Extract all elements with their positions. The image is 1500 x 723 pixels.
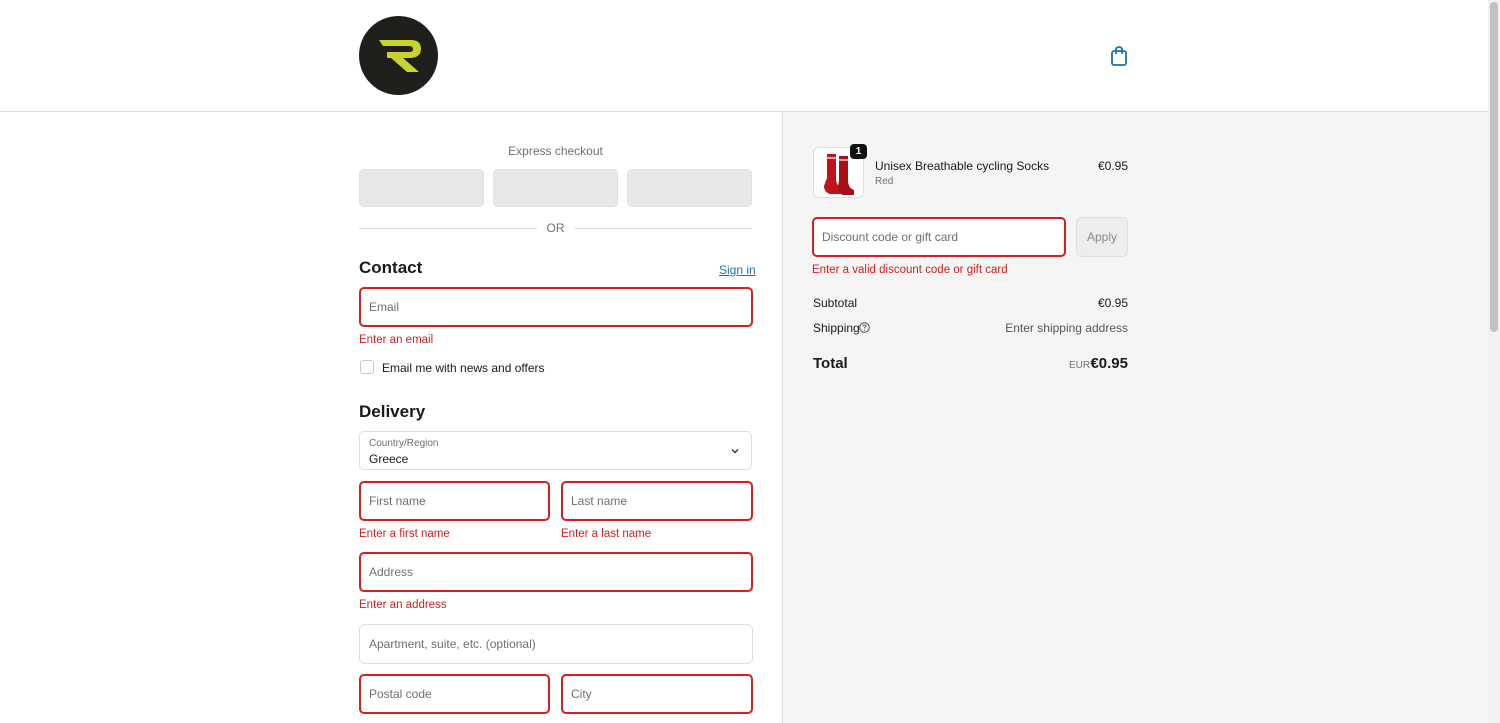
logo-r-icon (379, 40, 421, 72)
scrollbar-thumb[interactable] (1490, 2, 1498, 332)
discount-field[interactable] (812, 217, 1066, 257)
country-label: Country/Region (369, 438, 439, 449)
discount-input[interactable] (814, 219, 1064, 255)
first-name-error: Enter a first name (359, 528, 450, 540)
or-divider: OR (359, 221, 752, 235)
page-scrollbar[interactable] (1488, 0, 1500, 723)
divider-line (574, 228, 752, 229)
total-value: €0.95 (1090, 355, 1128, 372)
postal-code-input[interactable] (361, 676, 548, 712)
city-input[interactable] (563, 676, 751, 712)
newsletter-label: Email me with news and offers (382, 361, 545, 375)
last-name-error: Enter a last name (561, 528, 652, 540)
first-name-input[interactable] (361, 483, 548, 519)
express-checkout-title: Express checkout (508, 144, 603, 158)
site-header (0, 0, 1488, 112)
email-input[interactable] (361, 289, 751, 325)
quantity-badge: 1 (850, 144, 867, 159)
product-variant: Red (875, 176, 894, 187)
contact-title: Contact (359, 258, 423, 277)
country-select[interactable]: Country/Region Greece (359, 431, 752, 470)
last-name-field[interactable] (561, 481, 753, 521)
country-value: Greece (369, 452, 409, 466)
order-summary-panel (782, 112, 1488, 723)
product-name: Unisex Breathable cycling Socks (875, 159, 1050, 173)
currency-code: EUR (1069, 360, 1091, 371)
apply-discount-button[interactable]: Apply (1076, 217, 1128, 257)
first-name-field[interactable] (359, 481, 550, 521)
apartment-field[interactable] (359, 624, 753, 664)
store-logo[interactable] (359, 16, 438, 95)
address-field[interactable] (359, 552, 753, 592)
address-error: Enter an address (359, 599, 447, 611)
sign-in-link[interactable]: Sign in (719, 263, 756, 277)
address-input[interactable] (361, 554, 751, 590)
shipping-label: Shipping (813, 321, 860, 335)
help-circle-icon[interactable] (859, 322, 870, 333)
apartment-input[interactable] (360, 625, 752, 663)
chevron-down-icon (731, 449, 739, 454)
shipping-value: Enter shipping address (1005, 321, 1128, 335)
subtotal-value: €0.95 (1097, 296, 1128, 310)
express-pay-button-2[interactable] (493, 169, 618, 207)
shopping-bag-icon[interactable] (1109, 45, 1129, 67)
delivery-title: Delivery (359, 402, 426, 421)
express-pay-button-1[interactable] (359, 169, 484, 207)
total-label: Total (813, 355, 848, 372)
email-error: Enter an email (359, 334, 434, 346)
product-price: €0.95 (1097, 159, 1128, 173)
postal-code-field[interactable] (359, 674, 550, 714)
subtotal-label: Subtotal (813, 296, 858, 310)
newsletter-checkbox[interactable] (360, 360, 374, 374)
express-pay-button-3[interactable] (627, 169, 752, 207)
email-field[interactable] (359, 287, 753, 327)
city-field[interactable] (561, 674, 753, 714)
last-name-input[interactable] (563, 483, 751, 519)
discount-error: Enter a valid discount code or gift card (812, 264, 1008, 276)
